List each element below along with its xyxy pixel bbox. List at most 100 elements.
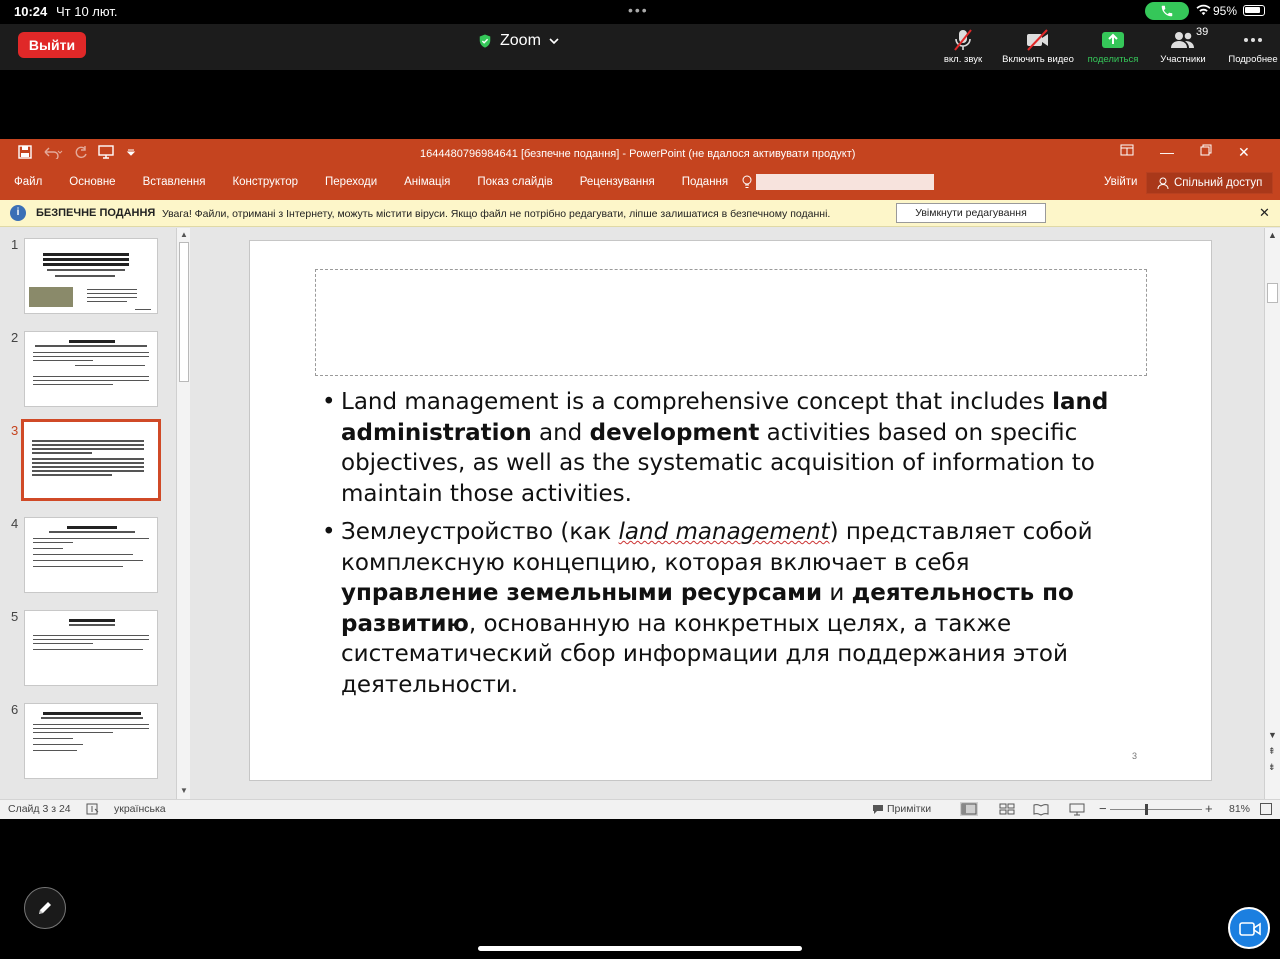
slideshow-view-icon[interactable] xyxy=(1068,802,1086,816)
window-controls: — ✕ xyxy=(1120,144,1250,161)
thumbnail-number: 1 xyxy=(11,237,19,252)
title-placeholder[interactable] xyxy=(315,269,1147,376)
slide-sorter-icon[interactable] xyxy=(998,802,1016,816)
close-message-icon[interactable]: ✕ xyxy=(1259,205,1270,221)
bullet-bold: управление земельными ресурсами xyxy=(341,580,823,606)
leave-meeting-button[interactable]: Выйти xyxy=(18,32,86,58)
current-slide[interactable]: Land management is a comprehensive conce… xyxy=(249,240,1212,781)
fit-to-window-icon[interactable] xyxy=(1260,803,1272,815)
multitasking-dots-icon[interactable]: ••• xyxy=(628,2,649,18)
thumbnail-preview-selected xyxy=(21,419,161,501)
video-off-icon xyxy=(1027,29,1048,51)
minimize-icon[interactable]: — xyxy=(1160,144,1174,161)
bullet-russian: Землеустройство (как land management) пр… xyxy=(322,517,1122,700)
tab-slideshow[interactable]: Показ слайдів xyxy=(477,176,552,188)
tab-file[interactable]: Файл xyxy=(14,176,42,188)
language-indicator[interactable]: українська xyxy=(114,803,166,815)
active-call-indicator[interactable] xyxy=(1145,2,1189,20)
notes-icon xyxy=(873,804,883,814)
thumbnail-number: 2 xyxy=(11,330,19,345)
more-button[interactable]: Подробнее xyxy=(1218,28,1280,65)
tab-view[interactable]: Подання xyxy=(682,176,728,188)
participants-label: Участники xyxy=(1160,54,1206,65)
slide-edit-area: Land management is a comprehensive conce… xyxy=(193,228,1263,800)
info-shield-icon: i xyxy=(10,205,26,221)
participants-count: 39 xyxy=(1196,26,1209,38)
thumbnail-slide-5[interactable]: 5 xyxy=(0,605,175,695)
ppt-title-bar: 1644480796984641 [безпечне подання] - Po… xyxy=(0,139,1280,169)
thumbnail-preview xyxy=(24,703,158,779)
clock: 10:24 xyxy=(14,4,48,19)
tab-list: Файл Основне Вставлення Конструктор Пере… xyxy=(14,176,755,188)
thumbnail-number: 6 xyxy=(11,702,19,717)
tell-me-input[interactable] xyxy=(756,174,934,190)
tab-review[interactable]: Рецензування xyxy=(580,176,655,188)
slide-page-number: 3 xyxy=(1132,751,1138,761)
notes-button[interactable]: Примітки xyxy=(872,803,931,815)
notes-label: Примітки xyxy=(887,803,932,815)
normal-view-icon[interactable] xyxy=(960,802,978,816)
thumbnail-slide-1[interactable]: 1 xyxy=(0,233,175,323)
bullet-text: Землеустройство (как xyxy=(341,519,619,545)
scroll-down-icon[interactable]: ▼ xyxy=(180,786,188,795)
tab-insert[interactable]: Вставлення xyxy=(143,176,206,188)
home-indicator[interactable] xyxy=(478,946,802,951)
undo-icon[interactable] xyxy=(42,145,64,159)
tab-home[interactable]: Основне xyxy=(69,176,115,188)
sign-in-link[interactable]: Увійти xyxy=(1104,176,1137,188)
start-slideshow-icon[interactable] xyxy=(98,145,116,159)
camera-button[interactable] xyxy=(1228,907,1270,949)
share-screen-label: поделиться xyxy=(1087,54,1139,65)
customize-toolbar-icon[interactable] xyxy=(126,147,136,157)
spelling-check-icon[interactable] xyxy=(86,802,100,816)
scroll-thumb[interactable] xyxy=(1267,283,1278,303)
enable-editing-button[interactable]: Увімкнути редагування xyxy=(896,203,1046,223)
slide-thumbnails-pane: 1 2 3 4 5 6 ▲ ▼ xyxy=(0,228,192,800)
tab-animations[interactable]: Анімація xyxy=(404,176,450,188)
zoom-out-icon[interactable]: − xyxy=(1099,801,1107,816)
thumbnail-slide-6[interactable]: 6 xyxy=(0,698,175,788)
zoom-in-icon[interactable]: + xyxy=(1205,801,1213,816)
reading-view-icon[interactable] xyxy=(1032,802,1050,816)
scroll-up-icon[interactable]: ▲ xyxy=(1268,230,1277,240)
zoom-slider-knob[interactable] xyxy=(1145,804,1148,815)
tell-me-search[interactable] xyxy=(742,174,934,190)
next-slide-icon[interactable]: ⇟ xyxy=(1268,762,1276,773)
thumbnail-scrollbar[interactable]: ▲ ▼ xyxy=(176,228,190,800)
restore-icon[interactable] xyxy=(1200,144,1212,156)
scroll-up-icon[interactable]: ▲ xyxy=(180,230,188,239)
tab-transitions[interactable]: Переходи xyxy=(325,176,377,188)
bullet-text: Land management is a comprehensive conce… xyxy=(341,389,1053,415)
unmute-label: вкл. звук xyxy=(943,54,983,65)
content-placeholder[interactable]: Land management is a comprehensive conce… xyxy=(322,387,1122,708)
previous-slide-icon[interactable]: ⇞ xyxy=(1268,746,1276,757)
share-button[interactable]: Спільний доступ xyxy=(1146,172,1274,194)
annotate-button[interactable] xyxy=(24,887,66,929)
thumbnail-slide-4[interactable]: 4 xyxy=(0,512,175,602)
save-icon[interactable] xyxy=(18,145,32,159)
meeting-title[interactable]: Zoom xyxy=(478,32,559,50)
thumbnail-slide-2[interactable]: 2 xyxy=(0,326,175,416)
tab-design[interactable]: Конструктор xyxy=(232,176,298,188)
scroll-thumb[interactable] xyxy=(179,242,189,382)
zoom-percentage[interactable]: 81% xyxy=(1229,803,1250,815)
slide-counter: Слайд 3 з 24 xyxy=(8,803,71,815)
protected-view-bar: i БЕЗПЕЧНЕ ПОДАННЯ Увага! Файли, отриман… xyxy=(0,200,1280,227)
start-video-button[interactable]: Включить видео xyxy=(998,28,1078,65)
thumbnail-preview xyxy=(24,610,158,686)
participants-button[interactable]: 39 Участники xyxy=(1148,26,1218,65)
mic-muted-icon xyxy=(954,29,972,51)
thumbnail-preview xyxy=(24,517,158,593)
close-window-icon[interactable]: ✕ xyxy=(1238,144,1250,161)
ribbon-display-options-icon[interactable] xyxy=(1120,144,1134,156)
chevron-down-icon xyxy=(549,37,559,44)
security-shield-icon xyxy=(479,34,491,48)
unmute-button[interactable]: вкл. звук xyxy=(928,28,998,65)
thumbnail-slide-3[interactable]: 3 xyxy=(0,419,175,509)
slide-scrollbar[interactable]: ▲ ▼ ⇞ ⇟ xyxy=(1264,228,1280,800)
redo-icon[interactable] xyxy=(74,145,88,159)
zoom-top-bar: Выйти Zoom вкл. звук Включить видео поде… xyxy=(0,24,1280,70)
scroll-down-icon[interactable]: ▼ xyxy=(1268,730,1277,740)
share-screen-button[interactable]: поделиться xyxy=(1078,28,1148,65)
zoom-slider[interactable] xyxy=(1110,809,1202,810)
